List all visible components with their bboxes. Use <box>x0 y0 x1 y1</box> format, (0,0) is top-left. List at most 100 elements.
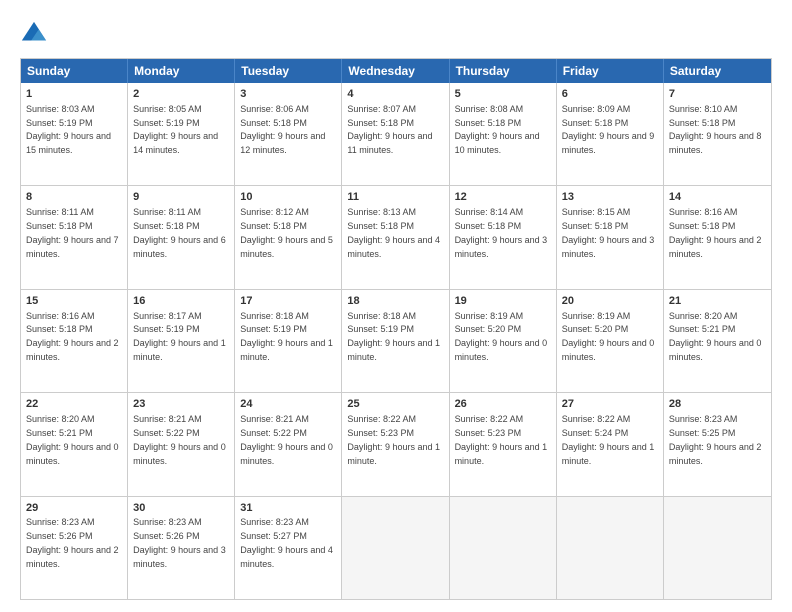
day-info: Sunrise: 8:22 AMSunset: 5:23 PMDaylight:… <box>455 414 548 465</box>
day-cell-29: 29Sunrise: 8:23 AMSunset: 5:26 PMDayligh… <box>21 497 128 599</box>
day-cell-17: 17 Sunrise: 8:18 AMSunset: 5:19 PMDayligh… <box>235 290 342 392</box>
day-cell-21: 21Sunrise: 8:20 AMSunset: 5:21 PMDayligh… <box>664 290 771 392</box>
day-info: Sunrise: 8:16 AMSunset: 5:18 PMDaylight:… <box>26 311 119 362</box>
day-number: 24 <box>240 397 336 412</box>
day-info: Sunrise: 8:19 AMSunset: 5:20 PMDaylight:… <box>562 311 655 362</box>
calendar-row-3: 15 Sunrise: 8:16 AMSunset: 5:18 PMDayligh… <box>21 289 771 392</box>
day-cell-8: 8Sunrise: 8:11 AMSunset: 5:18 PMDaylight… <box>21 186 128 288</box>
day-number: 14 <box>669 190 766 205</box>
day-number: 11 <box>347 190 443 205</box>
header-day-wednesday: Wednesday <box>342 59 449 83</box>
day-cell-16: 16 Sunrise: 8:17 AMSunset: 5:19 PMDayligh… <box>128 290 235 392</box>
day-cell-7: 7Sunrise: 8:10 AMSunset: 5:18 PMDaylight… <box>664 83 771 185</box>
day-number: 10 <box>240 190 336 205</box>
day-cell-11: 11 Sunrise: 8:13 AMSunset: 5:18 PMDayligh… <box>342 186 449 288</box>
day-info: Sunrise: 8:13 AMSunset: 5:18 PMDaylight:… <box>347 207 440 258</box>
day-number: 21 <box>669 294 766 309</box>
day-info: Sunrise: 8:23 AMSunset: 5:26 PMDaylight:… <box>26 517 119 568</box>
page: SundayMondayTuesdayWednesdayThursdayFrid… <box>0 0 792 612</box>
empty-cell <box>557 497 664 599</box>
day-info: Sunrise: 8:18 AMSunset: 5:19 PMDaylight:… <box>240 311 333 362</box>
day-cell-14: 14 Sunrise: 8:16 AMSunset: 5:18 PMDayligh… <box>664 186 771 288</box>
day-cell-31: 31Sunrise: 8:23 AMSunset: 5:27 PMDayligh… <box>235 497 342 599</box>
empty-cell <box>664 497 771 599</box>
day-info: Sunrise: 8:09 AMSunset: 5:18 PMDaylight:… <box>562 104 655 155</box>
header-day-sunday: Sunday <box>21 59 128 83</box>
day-cell-10: 10 Sunrise: 8:12 AMSunset: 5:18 PMDayligh… <box>235 186 342 288</box>
calendar-row-4: 22 Sunrise: 8:20 AMSunset: 5:21 PMDayligh… <box>21 392 771 495</box>
day-number: 29 <box>26 501 122 516</box>
day-number: 15 <box>26 294 122 309</box>
day-cell-4: 4 Sunrise: 8:07 AMSunset: 5:18 PMDaylight… <box>342 83 449 185</box>
day-number: 3 <box>240 87 336 102</box>
header-day-saturday: Saturday <box>664 59 771 83</box>
day-number: 31 <box>240 501 336 516</box>
day-info: Sunrise: 8:23 AMSunset: 5:26 PMDaylight:… <box>133 517 226 568</box>
day-number: 26 <box>455 397 551 412</box>
day-cell-3: 3 Sunrise: 8:06 AMSunset: 5:18 PMDaylight… <box>235 83 342 185</box>
day-info: Sunrise: 8:06 AMSunset: 5:18 PMDaylight:… <box>240 104 325 155</box>
day-info: Sunrise: 8:05 AMSunset: 5:19 PMDaylight:… <box>133 104 218 155</box>
day-cell-19: 19Sunrise: 8:19 AMSunset: 5:20 PMDayligh… <box>450 290 557 392</box>
day-cell-20: 20 Sunrise: 8:19 AMSunset: 5:20 PMDayligh… <box>557 290 664 392</box>
day-number: 16 <box>133 294 229 309</box>
day-cell-13: 13 Sunrise: 8:15 AMSunset: 5:18 PMDayligh… <box>557 186 664 288</box>
day-number: 28 <box>669 397 766 412</box>
day-cell-1: 1Sunrise: 8:03 AMSunset: 5:19 PMDaylight… <box>21 83 128 185</box>
day-info: Sunrise: 8:22 AMSunset: 5:23 PMDaylight:… <box>347 414 440 465</box>
day-number: 22 <box>26 397 122 412</box>
calendar-header: SundayMondayTuesdayWednesdayThursdayFrid… <box>21 59 771 83</box>
calendar-row-1: 1Sunrise: 8:03 AMSunset: 5:19 PMDaylight… <box>21 83 771 185</box>
day-info: Sunrise: 8:21 AMSunset: 5:22 PMDaylight:… <box>133 414 226 465</box>
calendar: SundayMondayTuesdayWednesdayThursdayFrid… <box>20 58 772 600</box>
day-number: 2 <box>133 87 229 102</box>
day-number: 17 <box>240 294 336 309</box>
day-info: Sunrise: 8:07 AMSunset: 5:18 PMDaylight:… <box>347 104 432 155</box>
empty-cell <box>342 497 449 599</box>
day-cell-25: 25 Sunrise: 8:22 AMSunset: 5:23 PMDayligh… <box>342 393 449 495</box>
day-info: Sunrise: 8:08 AMSunset: 5:18 PMDaylight:… <box>455 104 540 155</box>
day-info: Sunrise: 8:20 AMSunset: 5:21 PMDaylight:… <box>26 414 119 465</box>
empty-cell <box>450 497 557 599</box>
day-info: Sunrise: 8:15 AMSunset: 5:18 PMDaylight:… <box>562 207 655 258</box>
day-number: 8 <box>26 190 122 205</box>
day-number: 4 <box>347 87 443 102</box>
day-cell-15: 15 Sunrise: 8:16 AMSunset: 5:18 PMDayligh… <box>21 290 128 392</box>
day-number: 1 <box>26 87 122 102</box>
day-info: Sunrise: 8:22 AMSunset: 5:24 PMDaylight:… <box>562 414 655 465</box>
calendar-row-2: 8Sunrise: 8:11 AMSunset: 5:18 PMDaylight… <box>21 185 771 288</box>
day-cell-12: 12Sunrise: 8:14 AMSunset: 5:18 PMDayligh… <box>450 186 557 288</box>
day-info: Sunrise: 8:17 AMSunset: 5:19 PMDaylight:… <box>133 311 226 362</box>
day-number: 6 <box>562 87 658 102</box>
day-number: 18 <box>347 294 443 309</box>
header-day-thursday: Thursday <box>450 59 557 83</box>
day-info: Sunrise: 8:19 AMSunset: 5:20 PMDaylight:… <box>455 311 548 362</box>
day-info: Sunrise: 8:12 AMSunset: 5:18 PMDaylight:… <box>240 207 333 258</box>
day-number: 9 <box>133 190 229 205</box>
day-number: 5 <box>455 87 551 102</box>
day-info: Sunrise: 8:21 AMSunset: 5:22 PMDaylight:… <box>240 414 333 465</box>
day-info: Sunrise: 8:14 AMSunset: 5:18 PMDaylight:… <box>455 207 548 258</box>
day-number: 23 <box>133 397 229 412</box>
day-cell-5: 5 Sunrise: 8:08 AMSunset: 5:18 PMDaylight… <box>450 83 557 185</box>
day-number: 25 <box>347 397 443 412</box>
day-info: Sunrise: 8:18 AMSunset: 5:19 PMDaylight:… <box>347 311 440 362</box>
header <box>20 16 772 48</box>
day-number: 30 <box>133 501 229 516</box>
day-cell-28: 28Sunrise: 8:23 AMSunset: 5:25 PMDayligh… <box>664 393 771 495</box>
day-cell-23: 23 Sunrise: 8:21 AMSunset: 5:22 PMDayligh… <box>128 393 235 495</box>
day-cell-2: 2 Sunrise: 8:05 AMSunset: 5:19 PMDaylight… <box>128 83 235 185</box>
day-cell-26: 26 Sunrise: 8:22 AMSunset: 5:23 PMDayligh… <box>450 393 557 495</box>
day-cell-22: 22 Sunrise: 8:20 AMSunset: 5:21 PMDayligh… <box>21 393 128 495</box>
day-cell-18: 18 Sunrise: 8:18 AMSunset: 5:19 PMDayligh… <box>342 290 449 392</box>
calendar-row-5: 29Sunrise: 8:23 AMSunset: 5:26 PMDayligh… <box>21 496 771 599</box>
header-day-friday: Friday <box>557 59 664 83</box>
logo-icon <box>20 20 48 48</box>
day-info: Sunrise: 8:16 AMSunset: 5:18 PMDaylight:… <box>669 207 762 258</box>
logo <box>20 20 52 48</box>
day-info: Sunrise: 8:23 AMSunset: 5:27 PMDaylight:… <box>240 517 333 568</box>
day-number: 20 <box>562 294 658 309</box>
calendar-body: 1Sunrise: 8:03 AMSunset: 5:19 PMDaylight… <box>21 83 771 599</box>
day-number: 13 <box>562 190 658 205</box>
day-cell-27: 27Sunrise: 8:22 AMSunset: 5:24 PMDayligh… <box>557 393 664 495</box>
